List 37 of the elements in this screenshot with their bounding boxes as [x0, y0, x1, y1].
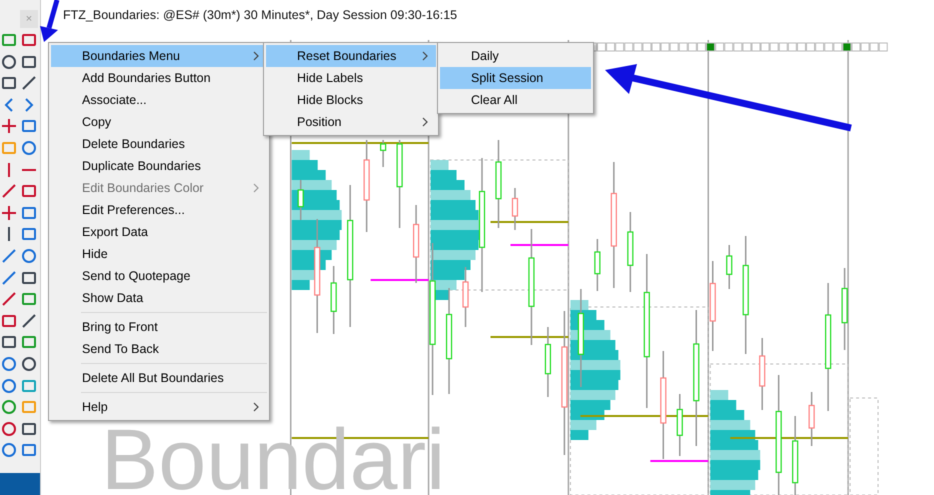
menu-item[interactable]: Edit Preferences... — [51, 199, 267, 221]
menu-item[interactable]: Daily — [440, 45, 591, 67]
crosshair-icon[interactable] — [1, 118, 17, 134]
menu-item[interactable]: Hide — [51, 243, 267, 265]
menu-item[interactable]: Delete All But Boundaries — [51, 367, 267, 389]
menu-item[interactable]: Send to Quotepage — [51, 265, 267, 287]
menu-item[interactable]: Hide Blocks — [266, 89, 436, 111]
menu-item[interactable]: Associate... — [51, 89, 267, 111]
candlestick — [380, 140, 386, 167]
candlestick — [512, 188, 518, 230]
menu-item[interactable]: Copy — [51, 111, 267, 133]
taskbar-strip — [0, 473, 40, 495]
candlestick — [808, 392, 815, 446]
pointer-arrow — [40, 0, 60, 42]
candlestick — [676, 394, 683, 456]
chart-title: FTZ_Boundaries: @ES# (30m*) 30 Minutes*, Day Session 09:30-16:15 — [63, 8, 458, 22]
candlestick — [726, 245, 732, 289]
menu-item[interactable]: Bring to Front — [51, 316, 267, 338]
menu-item[interactable]: Help — [51, 396, 267, 418]
menu-item[interactable]: Duplicate Boundaries — [51, 155, 267, 177]
candlestick — [330, 266, 337, 334]
menu-item[interactable]: Reset Boundaries — [266, 45, 436, 67]
menu-item[interactable]: Export Data — [51, 221, 267, 243]
candlestick — [462, 267, 469, 327]
menu-item[interactable]: Split Session — [440, 67, 591, 89]
menu-item[interactable]: Add Boundaries Button — [51, 67, 267, 89]
diagonal-line-icon[interactable] — [1, 183, 17, 200]
candlestick — [544, 327, 552, 397]
menu-item[interactable]: Position — [266, 111, 436, 133]
menu-item[interactable]: Show Data — [51, 287, 267, 309]
candlestick — [759, 338, 766, 410]
menu-item[interactable]: Delete Boundaries — [51, 133, 267, 155]
candlestick — [298, 180, 304, 220]
candlestick — [594, 239, 600, 291]
menu-item[interactable]: Send To Back — [51, 338, 267, 360]
menu-item[interactable]: Clear All — [440, 89, 591, 111]
menu-item[interactable]: Hide Labels — [266, 67, 436, 89]
